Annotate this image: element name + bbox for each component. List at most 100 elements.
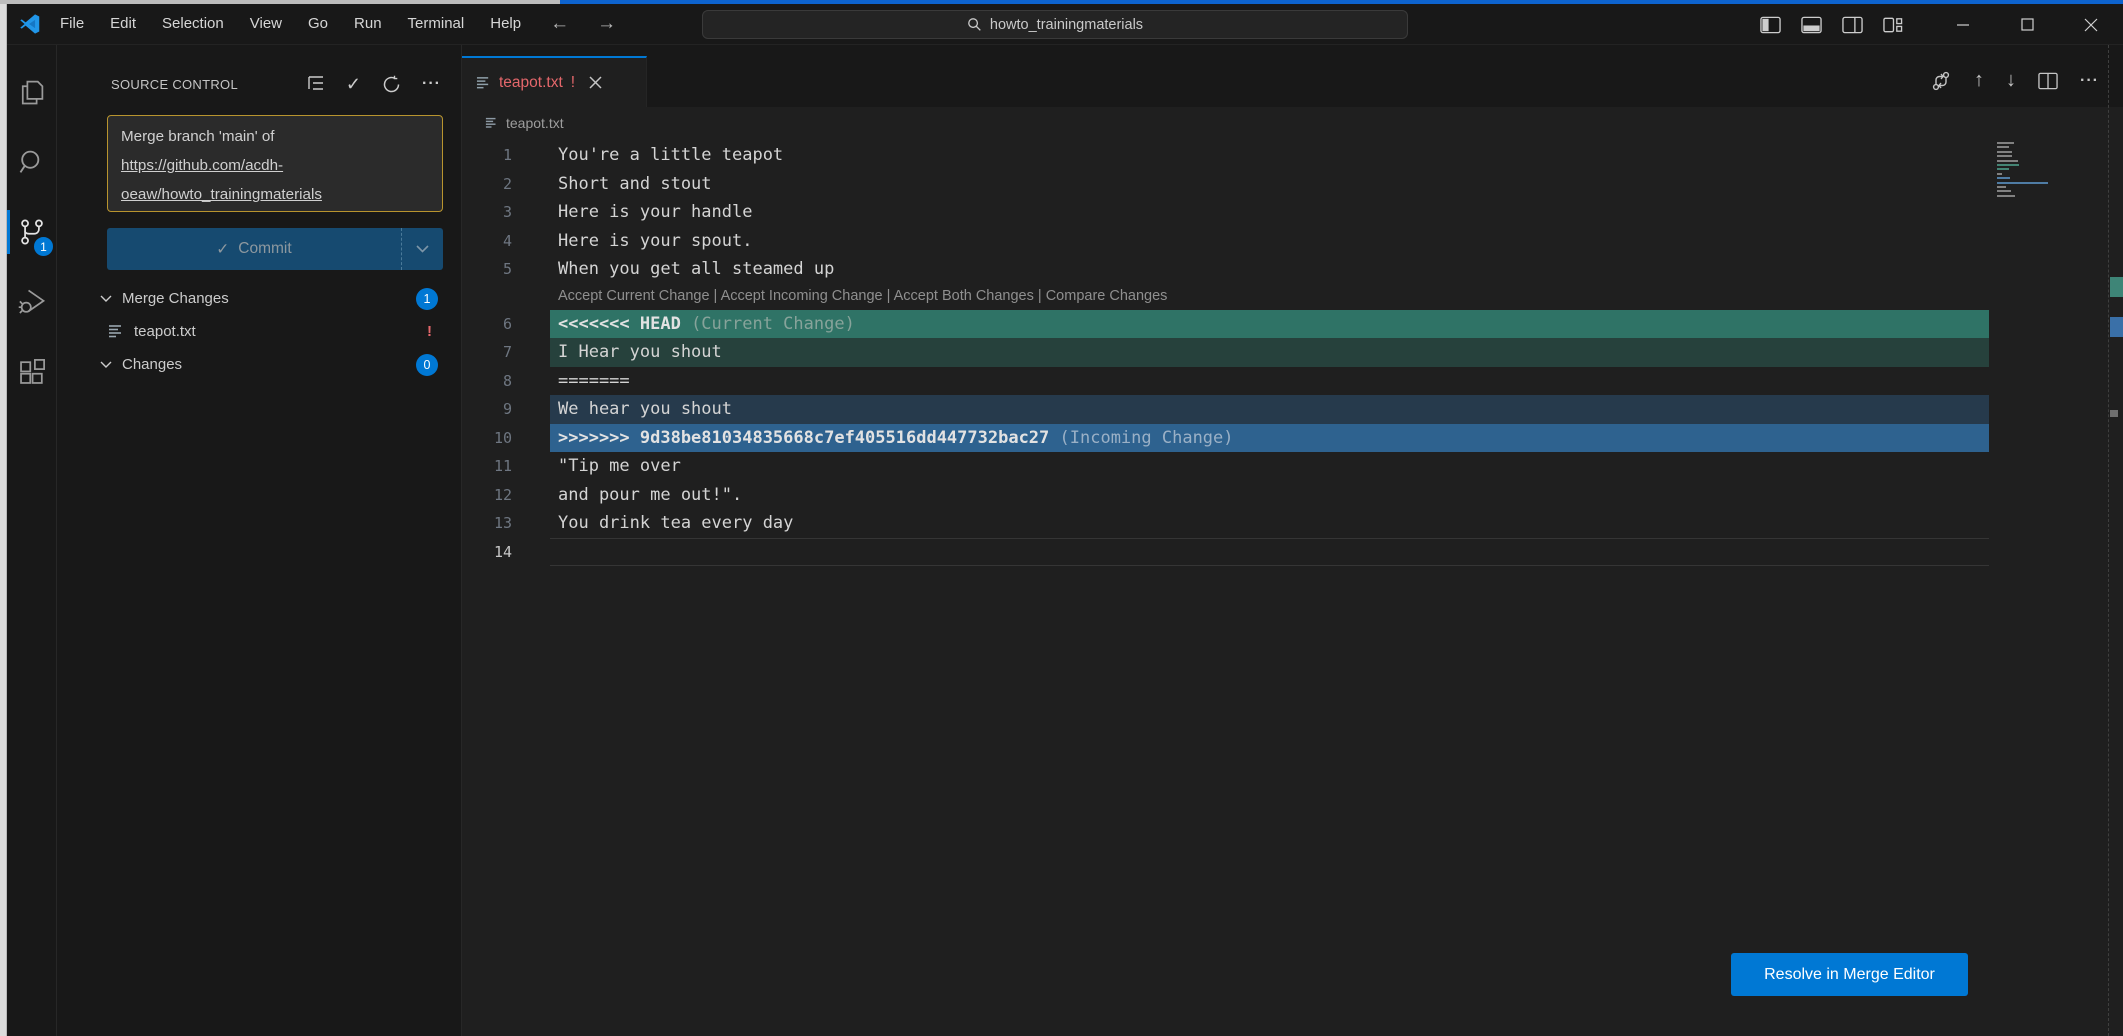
minimap-line bbox=[1997, 190, 2011, 192]
toggle-secondary-sidebar-icon[interactable] bbox=[1842, 16, 1863, 34]
code-line-3[interactable]: 3Here is your handle bbox=[462, 198, 1989, 227]
code-line-6[interactable]: 6<<<<<<< HEAD (Current Change) bbox=[462, 310, 1989, 339]
menu-selection[interactable]: Selection bbox=[149, 4, 237, 44]
tab-label: teapot.txt bbox=[499, 74, 563, 92]
menu-terminal[interactable]: Terminal bbox=[395, 4, 478, 44]
code-line-7[interactable]: 7I Hear you shout bbox=[462, 338, 1989, 367]
close-button[interactable] bbox=[2059, 4, 2123, 45]
tab-bar: teapot.txt ! ↑ ↓ ··· bbox=[462, 45, 2123, 107]
minimap-line bbox=[1997, 186, 2006, 188]
file-name: teapot.txt bbox=[134, 323, 196, 340]
view-as-tree-icon[interactable] bbox=[305, 75, 325, 93]
code-line-5[interactable]: 5When you get all steamed up bbox=[462, 255, 1989, 284]
line-content[interactable]: <<<<<<< HEAD (Current Change) bbox=[550, 310, 1989, 339]
open-changes-icon[interactable] bbox=[1930, 70, 1952, 92]
code-line-2[interactable]: 2Short and stout bbox=[462, 170, 1989, 199]
menu-file[interactable]: File bbox=[47, 4, 97, 44]
merge-file-row[interactable]: teapot.txt ! bbox=[57, 315, 462, 348]
codelens-accept-incoming-change[interactable]: Accept Incoming Change bbox=[721, 288, 883, 304]
menu-go[interactable]: Go bbox=[295, 4, 341, 44]
minimap[interactable] bbox=[1990, 45, 2108, 1036]
code-line-12[interactable]: 12and pour me out!". bbox=[462, 481, 1989, 510]
line-content[interactable]: Here is your handle bbox=[550, 198, 1989, 227]
menu-bar: FileEditSelectionViewGoRunTerminalHelp bbox=[47, 4, 534, 44]
menu-edit[interactable]: Edit bbox=[97, 4, 149, 44]
overview-ruler[interactable] bbox=[2108, 45, 2123, 1036]
menu-view[interactable]: View bbox=[237, 4, 295, 44]
commit-button[interactable]: ✓ Commit bbox=[107, 228, 443, 270]
minimap-line bbox=[1997, 168, 2009, 170]
menu-help[interactable]: Help bbox=[477, 4, 534, 44]
previous-change-icon[interactable]: ↑ bbox=[1974, 69, 1984, 92]
code-line-13[interactable]: 13You drink tea every day bbox=[462, 509, 1989, 538]
sidebar-item-explorer[interactable] bbox=[7, 57, 57, 127]
chevron-down-icon bbox=[100, 295, 112, 303]
conflict-status-badge: ! bbox=[427, 323, 432, 340]
codelens-compare-changes[interactable]: Compare Changes bbox=[1046, 288, 1168, 304]
code-line-9[interactable]: 9We hear you shout bbox=[462, 395, 1989, 424]
line-content[interactable]: Here is your spout. bbox=[550, 227, 1989, 256]
code-line-10[interactable]: 10>>>>>>> 9d38be81034835668c7ef405516dd4… bbox=[462, 424, 1989, 453]
code-line-14[interactable]: 14 bbox=[462, 538, 1989, 567]
navigate-back-icon[interactable]: ← bbox=[550, 13, 569, 35]
more-actions-icon[interactable]: ··· bbox=[422, 75, 441, 93]
commit-dropdown-button[interactable] bbox=[401, 228, 443, 270]
tab-teapot-txt[interactable]: teapot.txt ! bbox=[462, 56, 647, 107]
line-number: 2 bbox=[462, 170, 550, 199]
commit-message-link-line2[interactable]: https://github.com/acdh- bbox=[121, 151, 429, 180]
maximize-button[interactable] bbox=[1995, 4, 2059, 45]
code-line-1[interactable]: 1You're a little teapot bbox=[462, 141, 1989, 170]
minimize-button[interactable] bbox=[1931, 4, 1995, 45]
vscode-logo-icon bbox=[19, 13, 41, 35]
tab-conflict-indicator: ! bbox=[571, 74, 575, 92]
line-content[interactable]: Short and stout bbox=[550, 170, 1989, 199]
sidebar-item-run-and-debug[interactable] bbox=[7, 267, 57, 337]
menu-run[interactable]: Run bbox=[341, 4, 395, 44]
commit-message-input[interactable]: Merge branch 'main' of https://github.co… bbox=[107, 115, 443, 212]
line-content[interactable]: ======= bbox=[550, 367, 1989, 396]
codelens-accept-both-changes[interactable]: Accept Both Changes bbox=[894, 288, 1034, 304]
section-merge-changes[interactable]: Merge Changes 1 bbox=[57, 282, 462, 315]
line-content[interactable]: I Hear you shout bbox=[550, 338, 1989, 367]
code-line-11[interactable]: 11"Tip me over bbox=[462, 452, 1989, 481]
line-content[interactable]: and pour me out!". bbox=[550, 481, 1989, 510]
line-number: 7 bbox=[462, 338, 550, 367]
sidebar-item-search[interactable] bbox=[7, 127, 57, 197]
customize-layout-icon[interactable] bbox=[1883, 16, 1903, 34]
search-icon bbox=[967, 17, 982, 32]
line-content[interactable] bbox=[550, 538, 1989, 567]
check-icon: ✓ bbox=[216, 240, 229, 259]
commit-message-line1: Merge branch 'main' of bbox=[121, 122, 429, 151]
line-number: 3 bbox=[462, 198, 550, 227]
line-content[interactable]: "Tip me over bbox=[550, 452, 1989, 481]
line-number: 12 bbox=[462, 481, 550, 510]
sidebar-item-source-control[interactable]: 1 bbox=[7, 197, 57, 267]
sidebar-item-extensions[interactable] bbox=[7, 337, 57, 407]
line-content[interactable]: You drink tea every day bbox=[550, 509, 1989, 538]
section-changes[interactable]: Changes 0 bbox=[57, 348, 462, 381]
breadcrumb[interactable]: teapot.txt bbox=[485, 107, 564, 139]
codelens-accept-current-change[interactable]: Accept Current Change bbox=[558, 288, 710, 304]
command-center-search[interactable]: howto_trainingmaterials bbox=[702, 10, 1408, 39]
line-content[interactable]: You're a little teapot bbox=[550, 141, 1989, 170]
line-content[interactable]: When you get all steamed up bbox=[550, 255, 1989, 284]
minimap-line bbox=[1997, 142, 2014, 144]
commit-message-link-line3[interactable]: oeaw/howto_trainingmaterials bbox=[121, 180, 429, 209]
line-content[interactable]: We hear you shout bbox=[550, 395, 1989, 424]
code-editor[interactable]: 1You're a little teapot2Short and stout3… bbox=[462, 141, 1989, 566]
code-line-4[interactable]: 4Here is your spout. bbox=[462, 227, 1989, 256]
toggle-primary-sidebar-icon[interactable] bbox=[1760, 16, 1781, 34]
toggle-panel-icon[interactable] bbox=[1801, 16, 1822, 34]
close-tab-icon[interactable] bbox=[589, 76, 602, 89]
merge-codelens: Accept Current Change | Accept Incoming … bbox=[462, 284, 1989, 310]
commit-check-icon[interactable]: ✓ bbox=[346, 74, 361, 95]
resolve-in-merge-editor-button[interactable]: Resolve in Merge Editor bbox=[1731, 953, 1968, 996]
code-line-8[interactable]: 8======= bbox=[462, 367, 1989, 396]
editor-group: teapot.txt ! ↑ ↓ ··· bbox=[462, 45, 2123, 1036]
chevron-down-icon bbox=[100, 361, 112, 369]
minimap-line bbox=[1997, 155, 2012, 157]
refresh-icon[interactable] bbox=[382, 75, 401, 94]
commit-button-label: Commit bbox=[238, 240, 291, 258]
line-content[interactable]: >>>>>>> 9d38be81034835668c7ef405516dd447… bbox=[550, 424, 1989, 453]
navigate-forward-icon[interactable]: → bbox=[597, 13, 616, 35]
